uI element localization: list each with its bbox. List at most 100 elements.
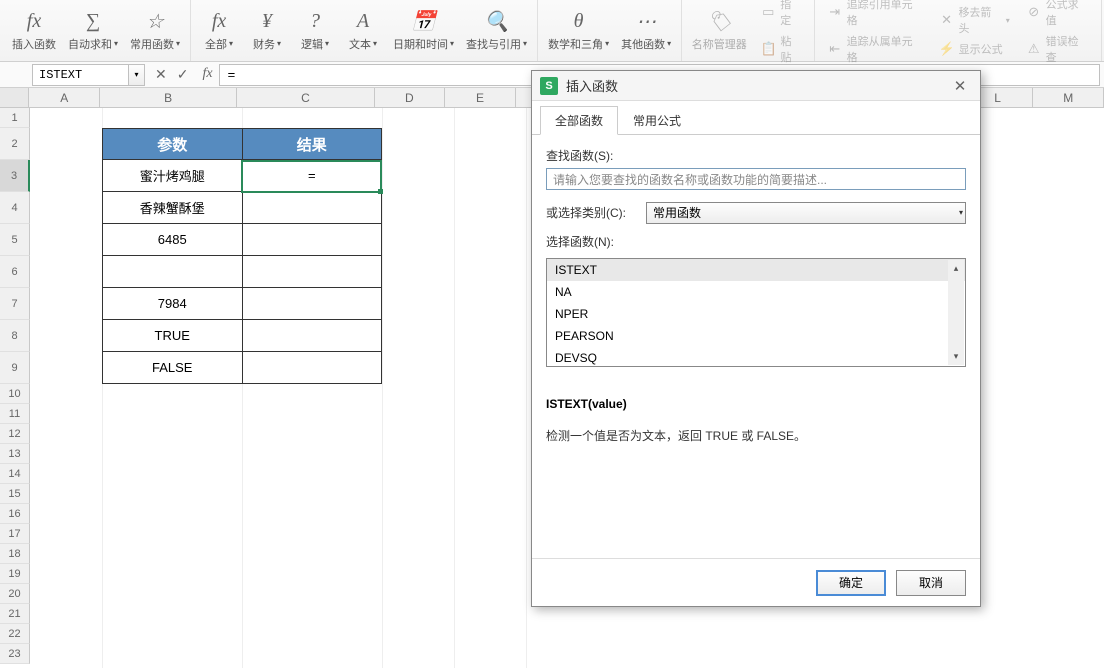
label: 财务 [253,36,275,52]
cell[interactable]: 6485 [102,224,242,256]
text-a-icon: A [357,10,369,34]
insert-function-button[interactable]: fx 插入函数 [6,0,62,61]
cell[interactable] [242,352,383,384]
cell[interactable] [102,256,242,288]
finance-fn-button[interactable]: ¥财务▾ [243,0,291,61]
show-formula-button[interactable]: ⚡显示公式 [935,39,1014,59]
cell[interactable] [242,256,383,288]
col-header[interactable]: C [237,88,374,107]
function-item[interactable]: DEVSQ [547,347,965,367]
row-header[interactable]: 19 [0,564,30,584]
function-item[interactable]: NA [547,281,965,303]
row-header[interactable]: 13 [0,444,30,464]
remove-arrows-button[interactable]: ✕移去箭头▾ [935,2,1014,38]
row-header[interactable]: 18 [0,544,30,564]
common-fn-button[interactable]: ☆ 常用函数▾ [124,0,186,61]
math-icon: θ [574,10,584,34]
datetime-fn-button[interactable]: 📅日期和时间▾ [387,0,460,61]
function-item[interactable]: PEARSON [547,325,965,347]
row-header[interactable]: 4 [0,192,30,224]
col-header[interactable]: D [375,88,446,107]
tag-icon: 🏷 [707,10,732,34]
row-header[interactable]: 16 [0,504,30,524]
row-header[interactable]: 20 [0,584,30,604]
row-header[interactable]: 6 [0,256,30,288]
cell[interactable] [242,192,383,224]
cell[interactable] [242,320,383,352]
row-header[interactable]: 23 [0,644,30,664]
trace-precedents-button[interactable]: ⇥追踪引用单元格 [823,0,927,30]
col-header[interactable]: E [445,88,516,107]
scrollbar[interactable]: ▴ ▾ [948,260,964,365]
math-fn-button[interactable]: θ数学和三角▾ [542,0,615,61]
row-header[interactable]: 17 [0,524,30,544]
label: 全部 [205,36,227,52]
col-header[interactable]: B [100,88,237,107]
row-header[interactable]: 2 [0,128,30,160]
dialog-titlebar[interactable]: S 插入函数 ✕ [532,71,980,101]
logic-fn-button[interactable]: ?逻辑▾ [291,0,339,61]
fx-icon[interactable]: fx [202,66,212,83]
function-item[interactable]: ISTEXT [547,259,965,281]
category-select[interactable]: 常用函数 ▾ [646,202,966,224]
label: 指定 [780,0,802,28]
other-fn-button[interactable]: ⋯其他函数▾ [615,0,677,61]
scroll-up-icon[interactable]: ▴ [948,260,964,276]
close-button[interactable]: ✕ [948,74,972,98]
row-header[interactable]: 5 [0,224,30,256]
scroll-down-icon[interactable]: ▾ [948,349,964,365]
cell[interactable]: TRUE [102,320,242,352]
ok-button[interactable]: 确定 [816,570,886,596]
label: 插入函数 [12,36,56,52]
tab-common-formulas[interactable]: 常用公式 [618,106,696,135]
name-manager-button[interactable]: 🏷名称管理器 [686,0,752,61]
cancel-formula-icon[interactable]: ✕ [155,66,167,83]
chevron-down-icon[interactable]: ▾ [128,65,144,85]
label: 日期和时间 [393,36,448,52]
cell[interactable]: FALSE [102,352,242,384]
error-check-button[interactable]: ⚠错误检查 [1022,31,1093,67]
lookup-fn-button[interactable]: 🔍查找与引用▾ [460,0,533,61]
text-fn-button[interactable]: A文本▾ [339,0,387,61]
app-logo-icon: S [540,77,558,95]
all-fn-button[interactable]: fx全部▾ [195,0,243,61]
table-header[interactable]: 结果 [242,128,383,160]
cell[interactable] [242,288,383,320]
row-header[interactable]: 14 [0,464,30,484]
function-item[interactable]: NPER [547,303,965,325]
function-list[interactable]: ISTEXT NA NPER PEARSON DEVSQ AVERAGEIFS … [546,258,966,367]
search-function-input[interactable]: 请输入您要查找的函数名称或函数功能的简要描述... [546,168,966,190]
row-header[interactable]: 3 [0,160,30,192]
label: 公式求值 [1046,0,1089,28]
cell[interactable]: 香辣蟹酥堡 [102,192,242,224]
row-header[interactable]: 9 [0,352,30,384]
row-header[interactable]: 12 [0,424,30,444]
cell[interactable]: = [242,160,383,192]
formula-eval-button[interactable]: ⊘公式求值 [1022,0,1093,30]
tab-all-functions[interactable]: 全部函数 [540,106,618,135]
cell[interactable]: 蜜汁烤鸡腿 [102,160,242,192]
row-header[interactable]: 1 [0,108,30,128]
select-all-corner[interactable] [0,88,29,107]
row-header[interactable]: 21 [0,604,30,624]
trace-dependents-button[interactable]: ⇤追踪从属单元格 [823,31,927,67]
enter-formula-icon[interactable]: ✓ [177,66,189,83]
cell[interactable]: 7984 [102,288,242,320]
category-label: 或选择类别(C): [546,204,626,221]
cancel-button[interactable]: 取消 [896,570,966,596]
cell[interactable] [242,224,383,256]
row-header[interactable]: 8 [0,320,30,352]
row-header[interactable]: 10 [0,384,30,404]
label: 文本 [349,36,371,52]
row-header[interactable]: 11 [0,404,30,424]
row-header[interactable]: 7 [0,288,30,320]
autosum-button[interactable]: ∑ 自动求和▾ [62,0,124,61]
table-header[interactable]: 参数 [102,128,242,160]
col-header[interactable]: A [29,88,100,107]
row-header[interactable]: 22 [0,624,30,644]
name-box[interactable]: ISTEXT ▾ [32,64,145,86]
specify-button[interactable]: ▭指定 [756,0,805,30]
col-header[interactable]: M [1033,88,1104,107]
paste-button[interactable]: 📋粘贴 [756,31,805,67]
row-header[interactable]: 15 [0,484,30,504]
